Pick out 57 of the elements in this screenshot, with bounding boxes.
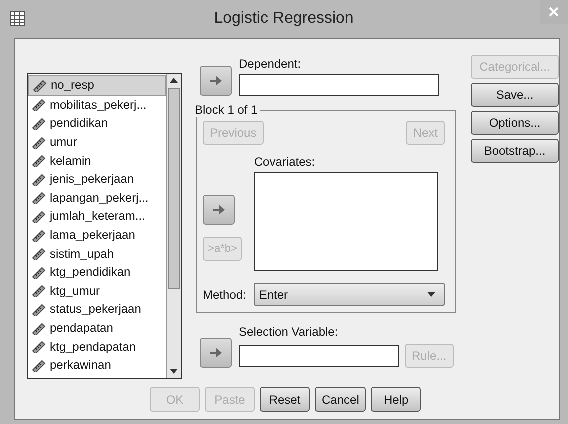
ruler-icon: [31, 172, 46, 186]
variable-item[interactable]: pendidikan: [28, 114, 166, 133]
window-title: Logistic Regression: [213, 10, 355, 28]
ruler-icon: [31, 358, 46, 372]
variable-item[interactable]: ktg_pendapatan: [28, 337, 166, 356]
ruler-icon: [31, 247, 46, 260]
variable-item[interactable]: no_resp: [28, 75, 166, 96]
variable-item[interactable]: perkawinan: [28, 356, 166, 374]
move-arrow-button[interactable]: [200, 66, 232, 96]
variable-item[interactable]: mobilitas_pekerj...: [28, 96, 166, 114]
variable-item[interactable]: jumlah_keteram...: [28, 207, 166, 226]
ruler-icon: [31, 98, 46, 112]
arrow-icon: [209, 75, 224, 87]
variable-item[interactable]: umur: [28, 132, 166, 152]
dependent-label: Dependent:: [239, 57, 302, 71]
ruler-icon: [31, 116, 46, 130]
grid-icon: [10, 11, 26, 27]
variable-item[interactable]: pendapatan: [28, 318, 166, 338]
variable-item[interactable]: sistim_upah: [28, 244, 166, 263]
dialog-button[interactable]: Help: [371, 387, 422, 412]
variable-item[interactable]: status_pekerjaan: [28, 300, 166, 319]
dialog-button[interactable]: Options...: [471, 111, 559, 135]
method-label: Method:: [203, 288, 246, 302]
ruler-icon: [31, 284, 46, 298]
variable-item[interactable]: ktg_pendidikan: [28, 262, 166, 282]
ruler-icon: [31, 136, 46, 149]
arrow-icon: [209, 347, 224, 359]
dialog-button[interactable]: Reset: [260, 387, 310, 412]
variable-item[interactable]: jenis_pekerjaan: [28, 170, 166, 189]
ruler-icon: [31, 340, 46, 354]
ruler-icon: [31, 322, 46, 335]
method-dropdown[interactable]: Enter: [254, 283, 446, 306]
move-arrow-button[interactable]: [200, 338, 232, 368]
selection-variable-label: Selection Variable:: [239, 325, 340, 339]
variable-item[interactable]: kelamin: [28, 151, 166, 170]
block-title: Block 1 of 1: [194, 103, 259, 117]
variable-item[interactable]: lama_pekerjaan: [28, 226, 166, 244]
ruler-icon: [31, 210, 46, 223]
covariates-list[interactable]: [254, 172, 438, 271]
dialog-button[interactable]: Save...: [471, 83, 559, 107]
ruler-icon: [31, 302, 46, 316]
dependent-field[interactable]: [239, 74, 440, 96]
dialog-button[interactable]: Bootstrap...: [471, 139, 559, 163]
dialog-button[interactable]: Cancel: [315, 387, 366, 412]
arrow-icon: [212, 204, 226, 216]
ruler-icon: [31, 266, 46, 279]
ruler-icon: [31, 154, 46, 168]
ruler-icon: [31, 228, 46, 242]
caret-icon: [427, 292, 436, 297]
variable-item[interactable]: ktg_umur: [28, 282, 166, 300]
ruler-icon: [31, 191, 46, 204]
move-arrow-button[interactable]: [203, 195, 236, 225]
scrollbar[interactable]: [166, 74, 182, 378]
selection-variable-field[interactable]: [239, 345, 400, 367]
ruler-icon: [32, 78, 47, 92]
variable-item[interactable]: lapangan_pekerj...: [28, 188, 166, 208]
covariates-label: Covariates:: [254, 155, 316, 169]
